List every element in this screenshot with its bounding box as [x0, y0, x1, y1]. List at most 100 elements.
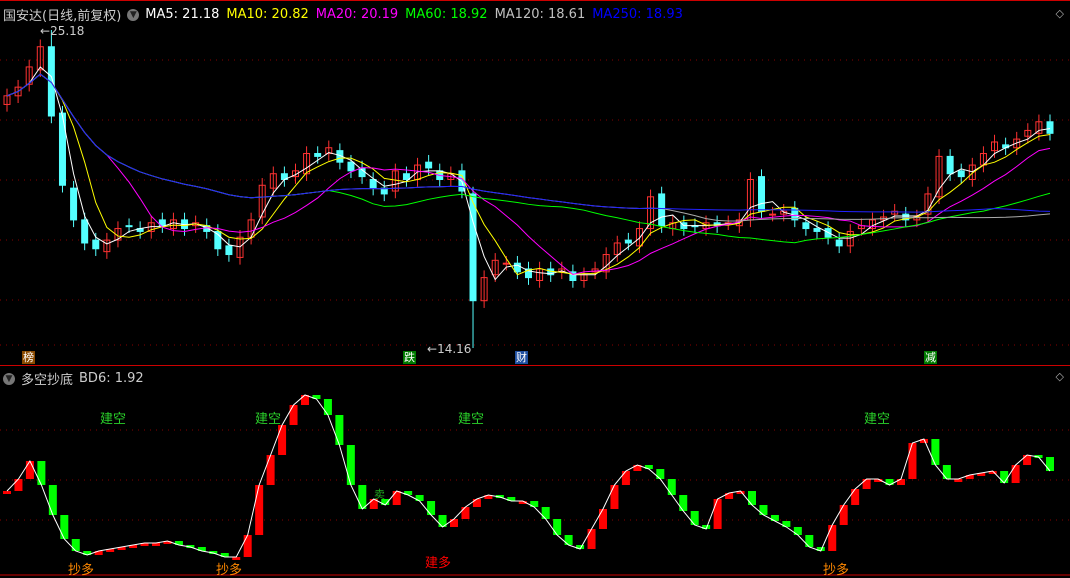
- low-price-label: ←14.16: [427, 342, 472, 356]
- indicator-bar: [897, 479, 905, 485]
- candle-body: [402, 173, 410, 180]
- indicator-bar: [908, 443, 917, 479]
- indicator-bar: [793, 527, 802, 535]
- event-marker[interactable]: 减: [924, 351, 937, 364]
- event-marker[interactable]: 财: [515, 351, 528, 364]
- indicator-bar: [805, 535, 814, 547]
- indicator-bar: [25, 461, 34, 479]
- indicator-bar: [587, 529, 596, 549]
- indicator-bar: [1023, 455, 1032, 465]
- candle-body: [946, 155, 954, 175]
- indicator-bar: [679, 495, 688, 511]
- indicator-bar: [266, 455, 275, 485]
- indicator-bar: [358, 485, 367, 509]
- event-marker[interactable]: 榜: [22, 351, 35, 364]
- indicator-bar: [770, 515, 779, 521]
- indicator-bar: [851, 489, 860, 505]
- candle-body: [125, 225, 133, 228]
- diamond-icon[interactable]: ◇: [1056, 370, 1064, 383]
- indicator-bar: [782, 521, 791, 527]
- indicator-bar: [323, 399, 332, 415]
- candle-body: [758, 176, 766, 212]
- candle-body: [347, 161, 355, 172]
- indicator-bar: [415, 495, 424, 501]
- indicator-bar: [942, 465, 951, 479]
- indicator-bar: [748, 491, 756, 505]
- indicator-bar: [610, 485, 619, 509]
- indicator-bar: [48, 485, 57, 515]
- indicator-bar: [461, 507, 470, 519]
- indicator-value: BD6: 1.92: [79, 371, 144, 386]
- signal-label: 建空: [864, 412, 891, 427]
- signal-label: 建空: [255, 412, 282, 427]
- candle-body: [769, 213, 777, 216]
- candle-body: [502, 262, 510, 265]
- indicator-legend: ▼ 多空抄底 BD6: 1.92: [3, 369, 144, 388]
- high-price-label: ←25.18: [40, 24, 85, 38]
- indicator-bar: [656, 469, 665, 479]
- indicator-bar: [564, 535, 573, 545]
- indicator-bar: [472, 499, 481, 507]
- kline-chart[interactable]: [0, 0, 1070, 576]
- candle-body: [81, 219, 89, 244]
- signal-label: 建空: [458, 412, 485, 427]
- event-marker[interactable]: 跌: [403, 351, 416, 364]
- indicator-bar: [1046, 457, 1054, 471]
- candle-body: [369, 178, 377, 189]
- indicator-bar: [335, 415, 344, 445]
- indicator-bar: [71, 539, 80, 551]
- candle-body: [813, 228, 821, 232]
- indicator-bar: [885, 479, 894, 485]
- indicator-bar: [60, 515, 69, 539]
- indicator-bar: [828, 525, 837, 551]
- indicator-bar: [392, 491, 401, 505]
- candle-body: [70, 187, 78, 221]
- indicator-bar: [14, 479, 23, 491]
- indicator-bar: [289, 405, 298, 425]
- dropdown-icon[interactable]: ▼: [3, 372, 15, 385]
- signal-label: 建多: [425, 556, 452, 571]
- ma20-line: [6, 73, 1051, 275]
- candle-body: [425, 161, 433, 169]
- signal-label: 抄多: [216, 563, 243, 578]
- candle-body: [957, 170, 965, 178]
- indicator-title: 多空抄底: [21, 373, 74, 388]
- indicator-bar: [450, 519, 458, 527]
- signal-label: 建空: [100, 412, 127, 427]
- candle-body: [1046, 121, 1054, 134]
- candle-body: [624, 239, 632, 244]
- indicator-bar: [839, 505, 848, 525]
- indicator-bar: [931, 439, 940, 465]
- indicator-bar: [553, 519, 562, 535]
- indicator-line: [6, 394, 1051, 558]
- ma250-line: [6, 73, 1051, 213]
- indicator-bar: [530, 501, 539, 507]
- candle-body: [92, 239, 100, 250]
- indicator-bar: [713, 499, 722, 529]
- indicator-bar: [725, 493, 734, 499]
- signal-label: 抄多: [823, 563, 850, 578]
- indicator-bar: [1011, 465, 1020, 483]
- candle-body: [314, 153, 322, 157]
- candle-body: [802, 222, 810, 230]
- signal-label: 卖: [374, 488, 385, 501]
- indicator-bar: [1000, 471, 1009, 483]
- indicator-bar: [427, 501, 436, 515]
- indicator-bar: [690, 511, 699, 525]
- indicator-bar: [3, 491, 11, 494]
- indicator-bar: [346, 445, 355, 485]
- indicator-bar: [862, 479, 871, 489]
- candle-body: [513, 262, 521, 273]
- indicator-bar: [37, 461, 46, 485]
- ma10-line: [6, 73, 1051, 276]
- indicator-bar: [541, 507, 550, 519]
- indicator-bar: [243, 535, 252, 557]
- candle-body: [658, 193, 666, 227]
- candle-body: [835, 239, 843, 247]
- candle-body: [58, 112, 66, 186]
- pane-divider: [0, 365, 1070, 366]
- ma5-line: [6, 66, 1051, 281]
- indicator-bar: [599, 509, 607, 529]
- indicator-bar: [667, 479, 676, 495]
- signal-label: 抄多: [68, 563, 95, 578]
